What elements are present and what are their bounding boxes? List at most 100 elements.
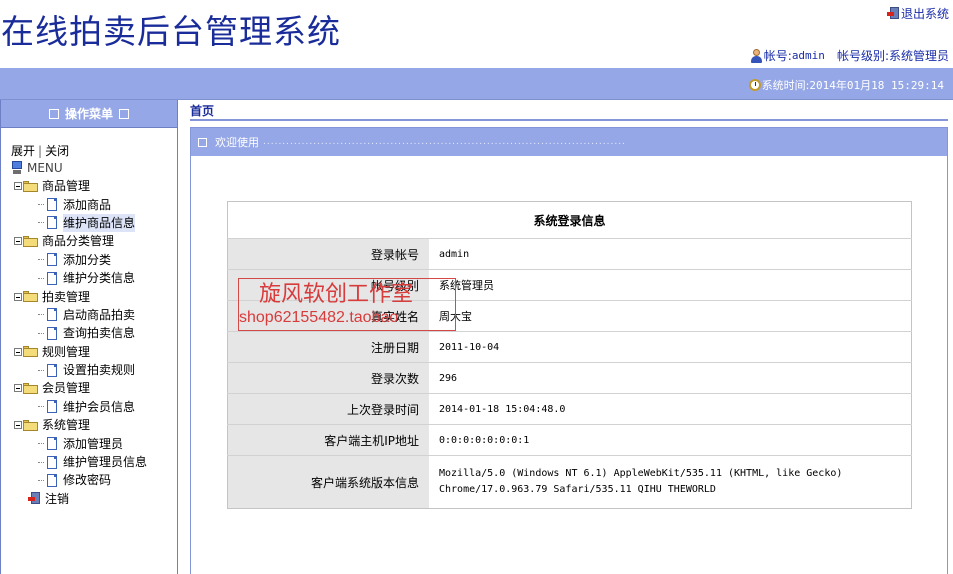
folder-open-icon: [23, 291, 38, 303]
tree-group-auction[interactable]: 拍卖管理: [11, 287, 147, 305]
document-icon: [47, 216, 57, 230]
tree-item-maintain-members[interactable]: 维护会员信息: [11, 398, 147, 416]
row-value: 0:0:0:0:0:0:0:1: [429, 424, 912, 456]
menu-tree: 展开 | 关闭 MENU 商品管理 添加商品 维护商品信息 商品分类管理 添加分…: [11, 143, 147, 508]
row-value: 周大宝: [429, 300, 912, 332]
document-icon: [47, 253, 57, 267]
row-value: 2011-10-04: [429, 331, 912, 363]
tree-item-label: 添加商品: [63, 197, 112, 212]
tree-item-add-goods[interactable]: 添加商品: [11, 195, 147, 213]
tree-item-add-category[interactable]: 添加分类: [11, 251, 147, 269]
logout-link[interactable]: 退出系统: [886, 5, 949, 22]
user-agent-line: Mozilla/5.0 (Windows NT 6.1) AppleWebKit…: [439, 468, 843, 479]
collapse-icon[interactable]: [14, 237, 22, 246]
folder-open-icon: [23, 180, 38, 192]
breadcrumb: 首页: [190, 100, 948, 121]
account-label: 帐号:: [763, 49, 792, 63]
level-value: 系统管理员: [888, 49, 949, 63]
square-icon: [119, 108, 129, 119]
app-title: 在线拍卖后台管理系统: [1, 12, 341, 51]
panel-title: 欢迎使用: [215, 136, 259, 149]
collapse-all-link[interactable]: 关闭: [45, 144, 69, 158]
document-icon: [47, 326, 57, 340]
tree-item-set-rules[interactable]: 设置拍卖规则: [11, 361, 147, 379]
document-icon: [47, 473, 57, 487]
tree-group-label: 会员管理: [42, 381, 91, 396]
row-value: 系统管理员: [429, 269, 912, 301]
panel-header: 欢迎使用 ...................................…: [191, 128, 947, 156]
tree-item-maintain-goods[interactable]: 维护商品信息: [11, 213, 147, 232]
dotted-divider: ........................................…: [263, 137, 626, 147]
table-row: 登录次数 296: [227, 362, 912, 394]
tree-item-label: 修改密码: [63, 473, 112, 488]
tree-item-start-auction[interactable]: 启动商品拍卖: [11, 306, 147, 324]
tree-item-label: 启动商品拍卖: [63, 307, 136, 322]
tree-controls: 展开 | 关闭: [11, 143, 147, 159]
document-icon: [47, 308, 57, 322]
logout-icon: [28, 492, 41, 505]
expand-all-link[interactable]: 展开: [11, 144, 35, 158]
square-icon: [48, 108, 59, 119]
tree-item-label: 添加分类: [63, 252, 112, 267]
sidebar-header: 操作菜单: [1, 100, 177, 128]
tree-separator: |: [38, 144, 43, 158]
collapse-icon[interactable]: [14, 421, 22, 430]
collapse-icon[interactable]: [14, 292, 22, 301]
account-value: admin: [791, 49, 825, 62]
tree-group-goods[interactable]: 商品管理: [11, 177, 147, 195]
row-value: admin: [429, 238, 912, 270]
tree-group-system[interactable]: 系统管理: [11, 416, 147, 434]
time-label: 系统时间:: [761, 79, 810, 92]
system-time: 系统时间: 2014年01月18 15:29:14: [748, 77, 944, 93]
menu-root-label: MENU: [27, 161, 63, 175]
tree-group-rules[interactable]: 规则管理: [11, 343, 147, 361]
tree-item-logout[interactable]: 注销: [11, 490, 147, 508]
document-icon: [47, 455, 57, 469]
tree-item-label: 设置拍卖规则: [63, 363, 136, 378]
tree-item-maintain-admin[interactable]: 维护管理员信息: [11, 453, 147, 471]
tree-item-label: 维护会员信息: [63, 399, 136, 414]
tree-item-label: 添加管理员: [63, 436, 124, 451]
logout-label: 退出系统: [900, 7, 949, 21]
tree-item-label: 查询拍卖信息: [63, 326, 136, 341]
sidebar-title: 操作菜单: [64, 107, 113, 121]
collapse-icon[interactable]: [14, 384, 22, 393]
tree-item-label: 维护商品信息: [63, 213, 136, 232]
tree-item-add-admin[interactable]: 添加管理员: [11, 434, 147, 452]
user-agent-line: Chrome/17.0.963.79 Safari/535.11 QIHU TH…: [439, 484, 716, 495]
row-label: 客户端系统版本信息: [227, 455, 429, 509]
status-bar: 系统时间: 2014年01月18 15:29:14: [0, 68, 953, 100]
table-row: 客户端系统版本信息 Mozilla/5.0 (Windows NT 6.1) A…: [227, 455, 912, 509]
computer-icon: [11, 161, 23, 175]
row-label: 注册日期: [227, 331, 429, 363]
document-icon: [47, 363, 57, 377]
folder-open-icon: [23, 419, 38, 431]
main-content: 首页 欢迎使用 ................................…: [190, 100, 948, 574]
folder-open-icon: [23, 346, 38, 358]
row-label: 登录帐号: [227, 238, 429, 270]
login-info-table: 系统登录信息 登录帐号 admin 帐号级别 系统管理员 真实姓名 周大宝 注册…: [227, 201, 912, 509]
document-icon: [47, 271, 57, 285]
time-value: 2014年01月18 15:29:14: [809, 79, 944, 92]
tree-group-label: 商品分类管理: [42, 234, 115, 249]
tree-item-query-auction[interactable]: 查询拍卖信息: [11, 324, 147, 342]
tree-group-category[interactable]: 商品分类管理: [11, 232, 147, 250]
tree-item-maintain-category[interactable]: 维护分类信息: [11, 269, 147, 287]
document-icon: [47, 198, 57, 212]
clock-icon: [748, 79, 761, 91]
collapse-icon[interactable]: [14, 182, 22, 191]
tree-item-change-password[interactable]: 修改密码: [11, 471, 147, 489]
header: 在线拍卖后台管理系统 退出系统 帐号: admin 帐号级别: 系统管理员: [0, 0, 953, 68]
sidebar: 操作菜单 展开 | 关闭 MENU 商品管理 添加商品 维护商品信息 商品分类管…: [0, 100, 178, 574]
logout-icon: [886, 7, 900, 20]
tree-group-members[interactable]: 会员管理: [11, 379, 147, 397]
document-icon: [47, 437, 57, 451]
tree-group-label: 商品管理: [42, 179, 91, 194]
collapse-icon[interactable]: [14, 347, 22, 356]
table-title-row: 系统登录信息: [228, 202, 912, 239]
row-label: 上次登录时间: [227, 393, 429, 425]
row-value: 296: [429, 362, 912, 394]
table-row: 注册日期 2011-10-04: [227, 331, 912, 363]
menu-root[interactable]: MENU: [11, 159, 147, 177]
folder-open-icon: [23, 235, 38, 247]
